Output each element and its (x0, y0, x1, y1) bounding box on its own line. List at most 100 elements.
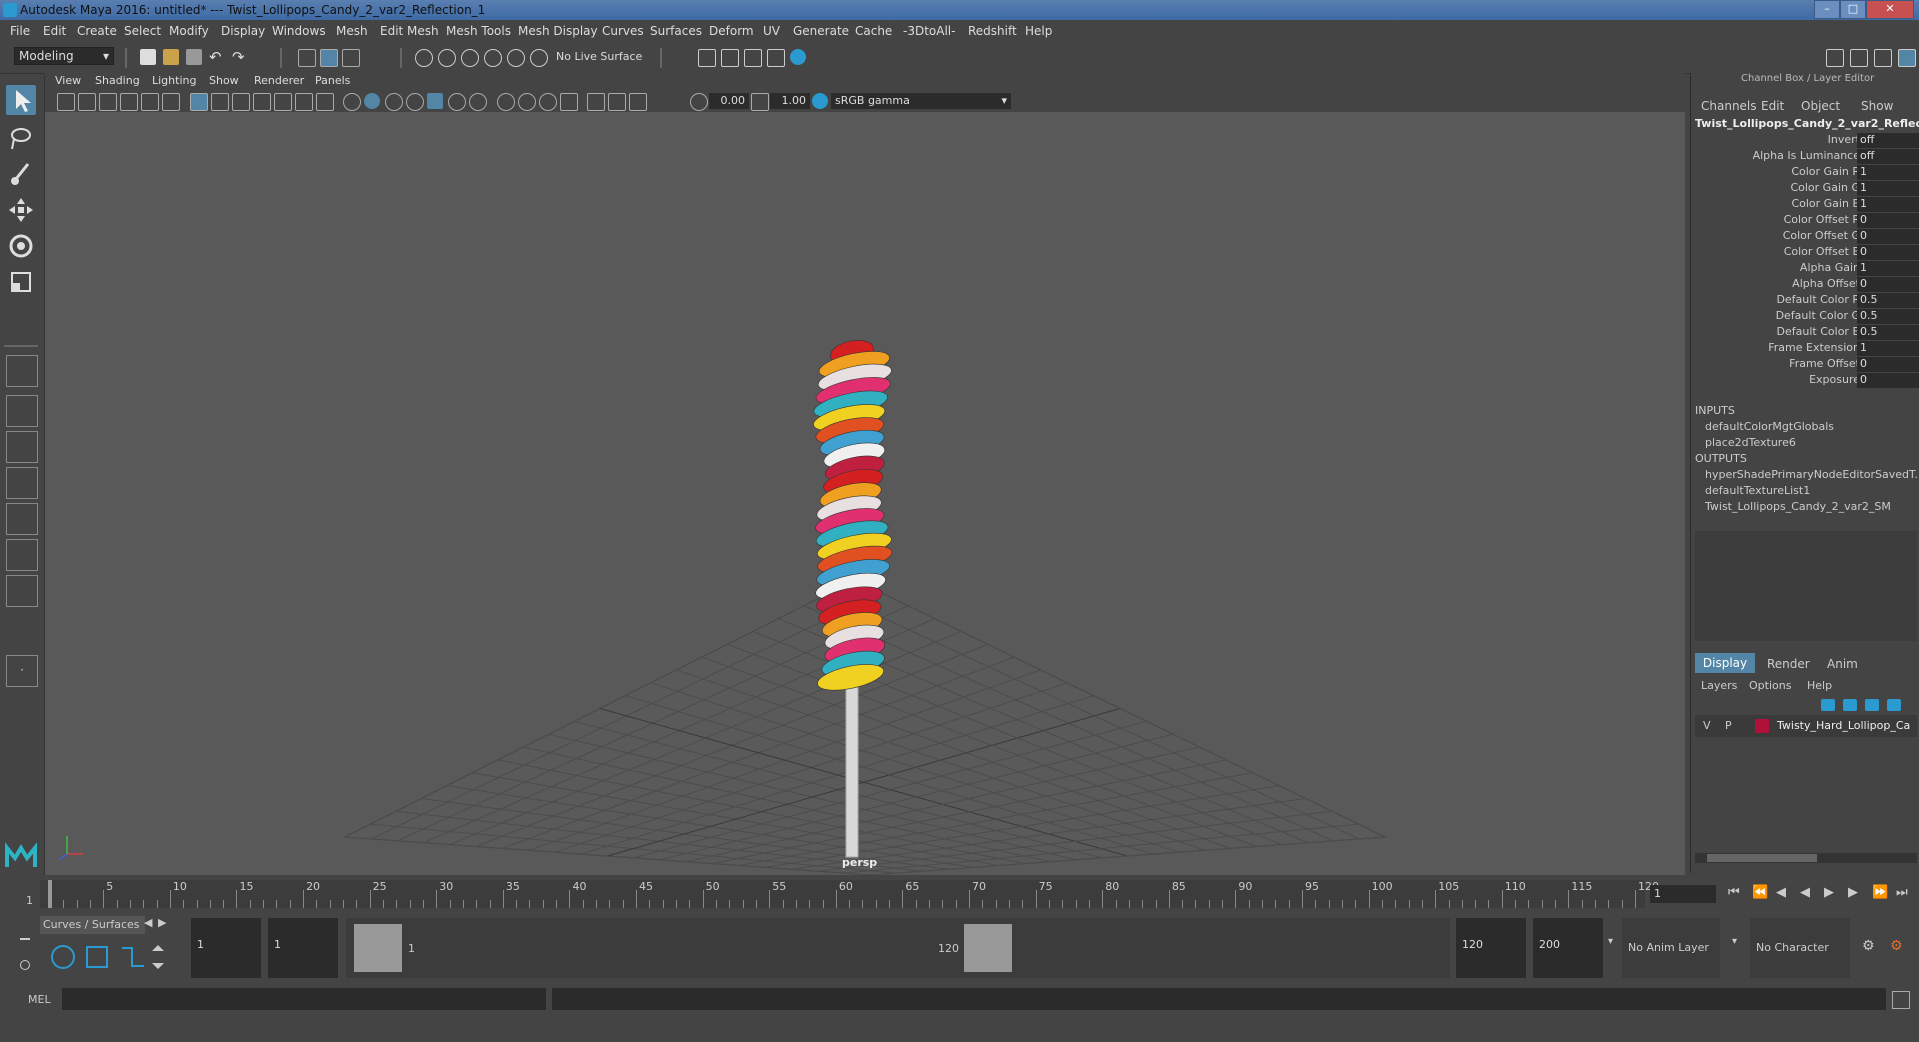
layer-color-swatch[interactable] (1755, 719, 1769, 733)
menu-windows[interactable]: Windows (272, 24, 326, 38)
go-to-start-icon[interactable]: ⏮ (1728, 885, 1740, 900)
attribute-value-field[interactable]: 0 (1857, 277, 1919, 292)
open-scene-icon[interactable] (163, 49, 179, 65)
custom-layout-button[interactable] (6, 575, 38, 607)
menu-select[interactable]: Select (124, 24, 161, 38)
ep-curve-icon[interactable] (122, 947, 144, 967)
render-view-icon[interactable] (698, 49, 716, 67)
go-to-end-icon[interactable]: ⏭ (1896, 885, 1908, 900)
attribute-value-field[interactable]: off (1857, 149, 1919, 164)
input-node[interactable]: defaultColorMgtGlobals (1705, 420, 1834, 433)
camera-attributes-icon[interactable] (78, 93, 96, 111)
animation-preferences-icon[interactable]: ⚙ (1890, 938, 1903, 954)
maximize-button[interactable]: □ (1840, 0, 1866, 19)
field-chart-icon[interactable] (274, 93, 292, 111)
motion-blur-icon[interactable] (497, 93, 515, 111)
attribute-row[interactable]: Color Gain R1 (1691, 165, 1919, 181)
film-gate-icon[interactable] (211, 93, 229, 111)
undo-icon[interactable]: ↶ (209, 49, 225, 65)
grease-pencil-icon[interactable] (162, 93, 180, 111)
smooth-shade-icon[interactable] (364, 93, 380, 109)
color-management-icon[interactable] (812, 93, 828, 109)
attribute-value-field[interactable]: off (1857, 133, 1919, 148)
attribute-value-field[interactable]: 1 (1857, 165, 1919, 180)
depth-of-field-icon[interactable] (539, 93, 557, 111)
image-plane-icon[interactable] (120, 93, 138, 111)
edit-tab[interactable]: Edit (1761, 99, 1784, 113)
menu-mesh[interactable]: Mesh (336, 24, 368, 38)
show-tab[interactable]: Show (1861, 99, 1893, 113)
render-settings-icon[interactable] (767, 49, 785, 67)
hypershade-icon[interactable] (790, 49, 806, 65)
move-layer-up-icon[interactable] (1821, 699, 1835, 711)
viewport-menu-view[interactable]: View (55, 74, 81, 87)
grid-toggle-icon[interactable] (190, 93, 208, 111)
auto-key-icon[interactable]: ⚙ (1862, 938, 1875, 954)
mode-menu-selector[interactable]: Modeling ▾ (14, 47, 114, 65)
attribute-value-field[interactable]: 0 (1857, 357, 1919, 372)
2d-pan-zoom-icon[interactable] (141, 93, 159, 111)
character-set-selector[interactable]: No Character Set (1750, 918, 1850, 1014)
shelf-scroll-icon[interactable] (152, 945, 164, 969)
use-all-lights-icon[interactable] (427, 93, 443, 109)
anim-layer-selector[interactable]: No Anim Layer (1622, 918, 1720, 978)
menu-3dtoall[interactable]: -3DtoAll- (903, 24, 955, 38)
attribute-row[interactable]: Color Gain B1 (1691, 197, 1919, 213)
menu-mesh-tools[interactable]: Mesh Tools (446, 24, 511, 38)
layer-row[interactable]: V P Twisty_Hard_Lollipop_Ca (1695, 715, 1917, 737)
viewport-menu-panels[interactable]: Panels (315, 74, 350, 87)
attribute-value-field[interactable]: 0 (1857, 213, 1919, 228)
viewport-menu-lighting[interactable]: Lighting (152, 74, 196, 87)
render-layer-tab[interactable]: Render (1767, 657, 1810, 671)
perspective-viewport[interactable]: persp (45, 112, 1685, 875)
maya-home-icon[interactable] (4, 840, 38, 870)
attribute-row[interactable]: Color Offset B0 (1691, 245, 1919, 261)
attribute-value-field[interactable]: 1 (1857, 341, 1919, 356)
new-layer-from-selected-icon[interactable] (1887, 699, 1901, 711)
viewport-menu-shading[interactable]: Shading (95, 74, 140, 87)
gamma-icon[interactable] (751, 93, 769, 111)
close-button[interactable]: ✕ (1866, 0, 1914, 19)
time-ruler[interactable]: 5 10 15 20 25 30 35 40 45 50 55 60 65 70 75 80 85 90 95 100… (26, 880, 1659, 908)
tool-settings-icon[interactable] (1874, 49, 1892, 67)
select-camera-icon[interactable] (57, 93, 75, 111)
xray-icon[interactable] (587, 93, 605, 111)
attribute-value-field[interactable]: 1 (1857, 197, 1919, 212)
persp-outliner-layout-button[interactable] (6, 431, 38, 463)
modeling-toolkit-icon[interactable] (1826, 49, 1844, 67)
paint-select-tool-button[interactable] (6, 159, 36, 189)
attribute-row[interactable]: Default Color G 0.5 (1691, 309, 1919, 325)
save-scene-icon[interactable] (186, 49, 202, 65)
attribute-row[interactable]: Alpha Gain 1 (1691, 261, 1919, 277)
move-layer-down-icon[interactable] (1843, 699, 1857, 711)
output-node[interactable]: defaultTextureList1 (1705, 484, 1810, 497)
safe-action-icon[interactable] (295, 93, 313, 111)
play-forwards-icon[interactable]: ▶ (1824, 885, 1834, 900)
menu-display[interactable]: Display (221, 24, 265, 38)
select-by-component-icon[interactable] (342, 49, 360, 67)
wireframe-on-shaded-icon[interactable] (385, 93, 403, 111)
shadows-icon[interactable] (448, 93, 466, 111)
snap-to-grid-icon[interactable] (415, 49, 433, 67)
chevron-down-icon[interactable]: ▾ (1732, 936, 1737, 947)
more-layouts-button[interactable]: · (6, 655, 38, 687)
attribute-row[interactable]: Default Color B 0.5 (1691, 325, 1919, 341)
shelf-tab-left-arrow[interactable]: ◀ (144, 916, 152, 929)
attribute-row[interactable]: Alpha Offset 0 (1691, 277, 1919, 293)
output-node[interactable]: hyperShadePrimaryNodeEditorSavedT... (1705, 468, 1919, 481)
channels-tab[interactable]: Channels (1701, 99, 1757, 113)
layer-name[interactable]: Twisty_Hard_Lollipop_Ca (1777, 719, 1910, 732)
menu-modify[interactable]: Modify (169, 24, 209, 38)
new-empty-layer-icon[interactable] (1865, 699, 1879, 711)
attribute-row[interactable]: Color Gain G1 (1691, 181, 1919, 197)
anim-layer-tab[interactable]: Anim (1827, 657, 1858, 671)
menu-create[interactable]: Create (77, 24, 117, 38)
snap-to-curve-icon[interactable] (438, 49, 456, 67)
resolution-gate-icon[interactable] (232, 93, 250, 111)
multisample-aa-icon[interactable] (518, 93, 536, 111)
help-menu[interactable]: Help (1807, 679, 1832, 692)
outliner-persp-layout-button[interactable] (6, 539, 38, 571)
shelf-tab-right-arrow[interactable]: ▶ (158, 916, 166, 929)
attribute-row[interactable]: Invert off (1691, 133, 1919, 149)
attribute-row[interactable]: Alpha Is Luminance off (1691, 149, 1919, 165)
